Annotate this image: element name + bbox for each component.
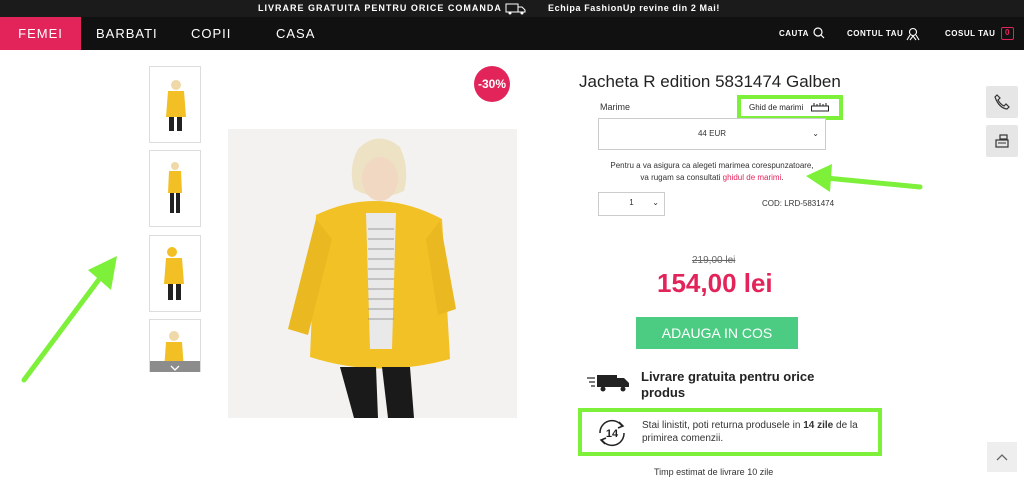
add-to-cart-button[interactable]: ADAUGA IN COS xyxy=(636,317,798,349)
search-icon xyxy=(813,27,825,39)
chevron-down-icon xyxy=(170,365,180,371)
promo-bar: LIVRARE GRATUITA PENTRU ORICE COMANDA Ec… xyxy=(0,0,1024,17)
search-link[interactable]: CAUTA xyxy=(779,17,829,50)
thumbnail-3[interactable] xyxy=(149,235,201,312)
promo-team-text: Echipa FashionUp revine din 2 Mai! xyxy=(548,3,720,13)
nav-item-femei[interactable]: FEMEI xyxy=(0,17,81,50)
size-guide-label: Ghid de marimi xyxy=(749,103,804,112)
size-select-value: 44 EUR xyxy=(697,129,726,138)
return-policy-text: Stai linistit, poti returna produsele in… xyxy=(642,419,862,445)
user-icon xyxy=(906,27,920,41)
chevron-down-icon: ⌄ xyxy=(652,198,659,207)
main-product-image[interactable] xyxy=(228,129,517,418)
size-notice: Pentru a va asigura ca alegeti marimea c… xyxy=(598,160,826,184)
nav-item-barbati[interactable]: BARBATI xyxy=(96,17,158,50)
size-label: Marime xyxy=(600,102,631,112)
size-notice-text: va rugam sa consultati xyxy=(640,173,721,182)
search-label: CAUTA xyxy=(779,29,809,38)
nav-item-casa[interactable]: CASA xyxy=(276,17,315,50)
product-thumbnail-image xyxy=(150,236,200,311)
size-notice-line2: va rugam sa consultati ghidul de marimi. xyxy=(598,172,826,184)
product-photo xyxy=(228,129,517,418)
new-price: 154,00 lei xyxy=(657,268,773,298)
cart-label: COSUL TAU xyxy=(945,29,996,38)
truck-icon xyxy=(505,3,526,15)
chevron-down-icon: ⌄ xyxy=(812,129,819,138)
return-text-pre: Stai linistit, poti returna produsele in xyxy=(642,420,801,431)
size-select[interactable]: 44 EUR ⌄ xyxy=(598,118,826,150)
register-icon xyxy=(995,134,1009,148)
product-thumbnail-image xyxy=(150,67,200,142)
ruler-icon xyxy=(811,103,829,112)
truck-icon xyxy=(587,375,629,392)
delivery-estimate: Timp estimat de livrare 10 zile xyxy=(654,467,774,477)
size-guide-link[interactable]: Ghid de marimi xyxy=(737,95,843,120)
size-notice-end: . xyxy=(781,173,784,182)
thumbnail-2[interactable] xyxy=(149,150,201,227)
arrow-thumbnails xyxy=(21,256,117,383)
main-navigation: FEMEI BARBATI COPII CASA CAUTA CONTUL TA… xyxy=(0,17,1024,50)
quantity-select[interactable]: 1 ⌄ xyxy=(598,192,665,216)
thumbnails-scroll-down[interactable] xyxy=(150,361,200,372)
cart-count-badge: 0 xyxy=(1001,27,1014,40)
account-link[interactable]: CONTUL TAU xyxy=(847,17,927,50)
return-text-days: 14 zile xyxy=(803,420,834,431)
scroll-to-top-button[interactable] xyxy=(987,442,1017,472)
nav-item-copii[interactable]: COPII xyxy=(191,17,231,50)
chevron-up-icon xyxy=(996,454,1008,461)
size-guide-inline-link[interactable]: ghidul de marimi xyxy=(723,173,782,182)
discount-badge: -30% xyxy=(474,66,510,102)
cart-link[interactable]: COSUL TAU 0 xyxy=(945,17,1020,50)
old-price: 219,00 lei xyxy=(692,255,736,266)
account-label: CONTUL TAU xyxy=(847,29,904,38)
product-thumbnail-image xyxy=(150,151,200,226)
quantity-value: 1 xyxy=(629,198,634,207)
promo-shipping-text: LIVRARE GRATUITA PENTRU ORICE COMANDA xyxy=(258,3,502,13)
product-title: Jacheta R edition 5831474 Galben xyxy=(579,72,841,91)
thumbnail-1[interactable] xyxy=(149,66,201,143)
phone-icon xyxy=(994,94,1010,110)
free-shipping-text: Livrare gratuita pentru orice produs xyxy=(641,369,815,400)
side-cart-button[interactable] xyxy=(986,125,1018,157)
contact-phone-button[interactable] xyxy=(986,86,1018,118)
return-14-days-icon: 14 xyxy=(599,419,625,447)
product-code: COD: LRD-5831474 xyxy=(762,199,835,208)
size-notice-line1: Pentru a va asigura ca alegeti marimea c… xyxy=(610,161,814,170)
return-policy-box: 14 Stai linistit, poti returna produsele… xyxy=(578,408,882,456)
return-days-badge: 14 xyxy=(606,428,619,440)
